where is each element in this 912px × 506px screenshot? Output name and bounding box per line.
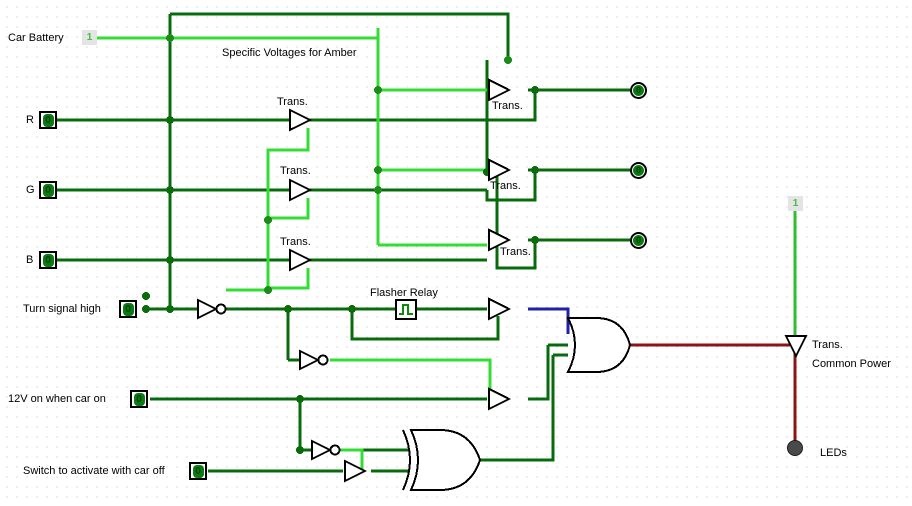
label-input-r: R (26, 114, 34, 126)
toggle-switch-car-off-value: 0 (192, 464, 204, 478)
label-turn-signal-high: Turn signal high (23, 303, 101, 315)
wire-relay-feedback (350, 309, 500, 341)
label-car-battery: Car Battery (8, 32, 64, 44)
toggle-input-r[interactable]: 0 (39, 111, 57, 129)
trans-b-left-shape (289, 248, 313, 272)
xor-bottom-extra-arc (402, 429, 411, 491)
output-probe-r-value: 0 (633, 85, 644, 96)
toggle-turn-signal-high[interactable]: 0 (119, 300, 137, 318)
not-turn-signal-shape (197, 298, 219, 320)
junction-dots (166, 34, 512, 294)
trans-r-right-shape (488, 78, 512, 102)
label-trans-b-left: Trans. (280, 236, 311, 248)
wire-flasher-to-or (528, 307, 570, 334)
output-probe-b-value: 0 (633, 235, 644, 246)
label-12v-car-on: 12V on when car on (8, 393, 106, 405)
label-flasher-relay: Flasher Relay (370, 287, 438, 299)
toggle-input-b-value: 0 (42, 253, 54, 267)
toggle-input-b[interactable]: 0 (39, 251, 57, 269)
wire-lt-b-out (268, 268, 310, 290)
circuit-canvas[interactable]: Car Battery 1 Specific Voltages for Ambe… (0, 0, 912, 506)
not-car-on-bubble (329, 444, 341, 456)
label-trans-r-right: Trans. (492, 100, 523, 112)
output-probe-b[interactable]: 0 (630, 232, 647, 249)
label-trans-common-power: Trans. (812, 339, 843, 351)
not-mid-shape (299, 349, 321, 371)
label-switch-car-off: Switch to activate with car off (23, 465, 165, 477)
label-trans-g-right: Trans. (490, 180, 521, 192)
toggle-turn-signal-high-value: 0 (122, 302, 134, 316)
pulse-icon (399, 304, 413, 315)
output-probe-g[interactable]: 0 (630, 162, 647, 179)
toggle-input-g-value: 0 (42, 183, 54, 197)
label-trans-g-left: Trans. (280, 165, 311, 177)
wire-lt-g-out (268, 198, 310, 220)
trans-r-left-shape (289, 108, 313, 132)
trans-g-right-shape (488, 158, 512, 182)
flasher-relay-component[interactable] (395, 299, 417, 320)
or-main-shape (566, 317, 632, 373)
label-common-power: Common Power (812, 358, 891, 370)
output-probe-r[interactable]: 0 (630, 82, 647, 99)
toggle-input-g[interactable]: 0 (39, 181, 57, 199)
blue-wires (528, 307, 570, 334)
wire-xor-to-or (466, 355, 555, 462)
xor-bottom-shape (409, 429, 482, 491)
not-car-on-shape (311, 439, 333, 461)
label-input-b: B (26, 254, 34, 266)
not-mid-bubble (317, 354, 329, 366)
toggle-12v-car-on[interactable]: 0 (130, 390, 148, 408)
toggle-switch-car-off[interactable]: 0 (189, 462, 207, 480)
label-leds: LEDs (820, 447, 847, 459)
label-input-g: G (26, 184, 35, 196)
label-trans-r-left: Trans. (277, 96, 308, 108)
red-wires (628, 343, 797, 445)
wire-buf-mid-to-or (528, 345, 550, 401)
input-common-power-source[interactable]: 1 (788, 196, 803, 211)
toggle-12v-car-on-value: 0 (133, 392, 145, 406)
wire-not-mid-out (330, 358, 492, 390)
trans-g-left-shape (289, 178, 313, 202)
high-wires (96, 28, 492, 471)
output-probe-g-value: 0 (633, 165, 644, 176)
input-car-battery[interactable]: 1 (82, 30, 97, 45)
label-trans-b-right: Trans. (500, 246, 531, 258)
label-amber-note: Specific Voltages for Amber (222, 47, 357, 59)
gate-shapes (197, 78, 808, 491)
not-turn-signal-bubble (215, 303, 227, 315)
wire-and-gate-layer (57, 12, 808, 491)
leds-node[interactable] (787, 440, 803, 456)
toggle-input-r-value: 0 (42, 113, 54, 127)
buf-mid-shape (488, 387, 512, 411)
